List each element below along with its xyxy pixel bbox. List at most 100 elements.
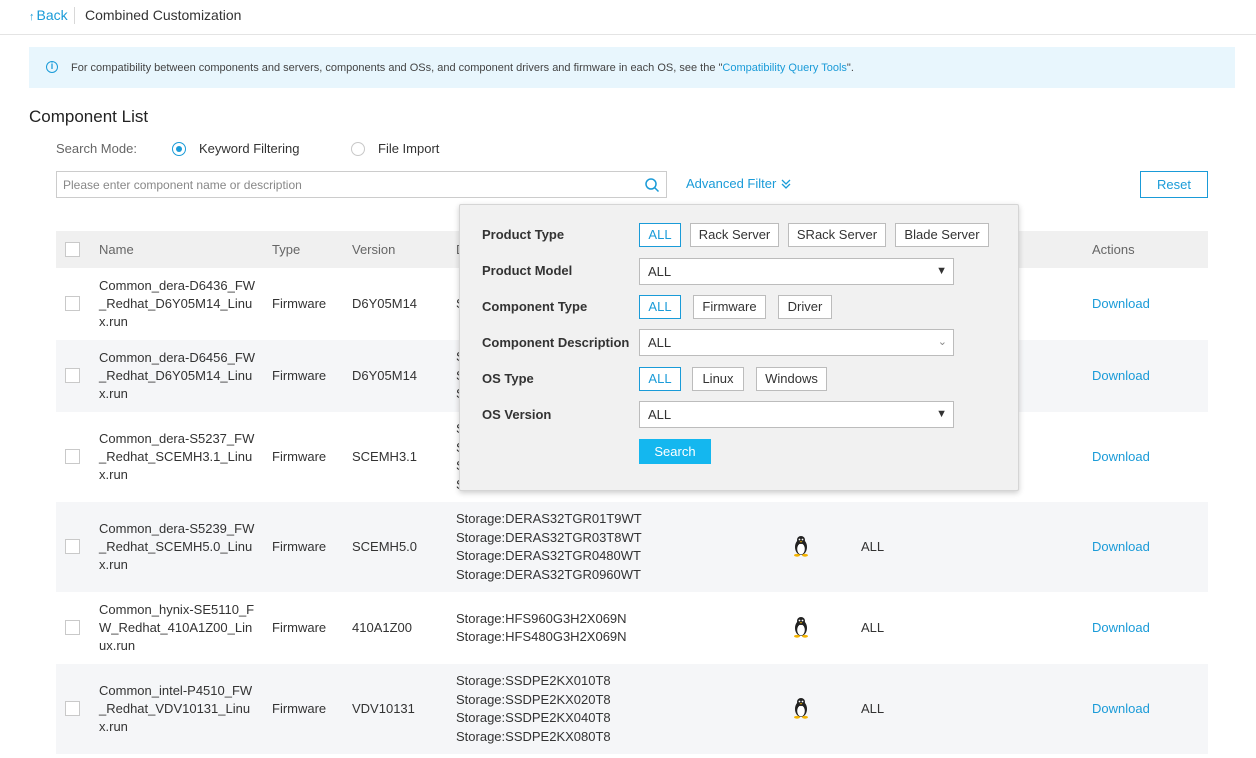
product-type-blade-server[interactable]: Blade Server <box>895 223 989 247</box>
product-type-all[interactable]: ALL <box>639 223 681 247</box>
component-version: D6Y05M14 <box>352 296 418 311</box>
os-version-label: OS Version <box>482 407 552 422</box>
download-link[interactable]: Download <box>1092 701 1150 716</box>
download-link[interactable]: Download <box>1092 368 1150 383</box>
component-name: Common_dera-D6456_FW_Redhat_D6Y05M14_Lin… <box>99 350 256 401</box>
component-type-label: Component Type <box>482 299 588 314</box>
page-title: Combined Customization <box>85 7 242 23</box>
search-input[interactable] <box>57 172 632 197</box>
linux-penguin-icon <box>791 616 811 641</box>
column-header-actions: Actions <box>1092 242 1135 257</box>
component-description: Storage:SSDPE2KX010T8 Storage:SSDPE2KX020… <box>456 672 611 746</box>
top-bar: ↑ Back Combined Customization <box>0 0 1256 35</box>
double-chevron-down-icon <box>781 179 791 189</box>
notice-text-before: For compatibility between components and… <box>71 62 723 74</box>
chevron-down-icon: ▼ <box>936 408 947 420</box>
description-line: Storage:HFS960G3H2X069N <box>456 610 627 626</box>
search-mode-label: Search Mode: <box>56 141 137 156</box>
description-line: Storage:DERAS32TGR0480WT <box>456 548 641 563</box>
advanced-filter-popup: Product Type ALL Rack Server SRack Serve… <box>459 204 1019 491</box>
back-link[interactable]: ↑ Back <box>29 7 68 23</box>
description-line: Storage:DERAS32TGR03T8WT <box>456 529 642 545</box>
component-type: Firmware <box>272 368 327 383</box>
os-type-linux[interactable]: Linux <box>692 367 744 391</box>
row-checkbox[interactable] <box>65 449 80 464</box>
component-description: Storage:HFS960G3H2X069N Storage:HFS480G3H… <box>456 610 627 647</box>
advanced-filter-label: Advanced Filter <box>686 176 777 191</box>
os-type-label: OS Type <box>482 371 534 386</box>
divider <box>74 7 75 24</box>
os-type-windows[interactable]: Windows <box>756 367 827 391</box>
linux-penguin-icon <box>791 697 811 722</box>
component-name: Common_dera-D6436_FW_Redhat_D6Y05M14_Lin… <box>99 278 256 329</box>
component-type-firmware[interactable]: Firmware <box>693 295 766 319</box>
linux-penguin-icon <box>791 535 811 560</box>
component-list-title: Component List <box>29 107 149 126</box>
description-line: Storage:SSDPE2KX080T8 <box>456 728 611 744</box>
download-link[interactable]: Download <box>1092 539 1150 554</box>
product-model-label: Product Model <box>482 263 573 278</box>
component-version: 410A1Z00 <box>352 620 412 635</box>
os-version: ALL <box>861 620 885 635</box>
table-row: Common_hynix-SE5110_FW_Redhat_410A1Z00_L… <box>56 592 1208 664</box>
component-type-driver[interactable]: Driver <box>778 295 832 319</box>
row-checkbox[interactable] <box>65 701 80 716</box>
radio-label: File Import <box>378 141 440 156</box>
product-model-value: ALL <box>648 264 672 279</box>
select-all-checkbox[interactable] <box>65 242 80 257</box>
column-header-type: Type <box>272 242 301 257</box>
component-type: Firmware <box>272 620 327 635</box>
table-row: Common_intel-P4510_FW_Redhat_VDV10131_Li… <box>56 664 1208 754</box>
chevron-down-icon: ⌄ <box>937 336 947 348</box>
notice-text: For compatibility between components and… <box>71 62 854 74</box>
download-link[interactable]: Download <box>1092 449 1150 464</box>
download-link[interactable]: Download <box>1092 620 1150 635</box>
reset-button[interactable]: Reset <box>1140 171 1208 198</box>
os-version: ALL <box>861 701 885 716</box>
component-name: Common_intel-P4510_FW_Redhat_VDV10131_Li… <box>99 683 253 734</box>
column-header-version: Version <box>352 242 396 257</box>
notice-text-after: ". <box>846 62 854 74</box>
row-checkbox[interactable] <box>65 620 80 635</box>
back-label: Back <box>36 7 68 23</box>
row-checkbox[interactable] <box>65 539 80 554</box>
info-icon: i <box>46 61 58 73</box>
filter-search-button[interactable]: Search <box>639 439 711 464</box>
compatibility-notice: i For compatibility between components a… <box>29 47 1235 88</box>
advanced-filter-toggle[interactable]: Advanced Filter <box>686 176 792 191</box>
component-name: Common_dera-S5239_FW_Redhat_SCEMH5.0_Lin… <box>99 521 255 572</box>
product-model-select[interactable]: ALL ▼ <box>639 258 954 285</box>
description-line: Storage:SSDPE2KX020T8 <box>456 691 611 707</box>
row-checkbox[interactable] <box>65 296 80 311</box>
os-type-all[interactable]: ALL <box>639 367 681 391</box>
description-line: Storage:SSDPE2KX040T8 <box>456 710 611 725</box>
radio-unselected-icon <box>351 141 365 156</box>
component-version: D6Y05M14 <box>352 368 418 383</box>
component-type: Firmware <box>272 449 327 464</box>
description-line: Storage:HFS480G3H2X069N <box>456 629 627 644</box>
back-arrow-icon: ↑ <box>29 11 35 23</box>
search-icon[interactable] <box>644 177 660 193</box>
component-description-value: ALL <box>648 335 672 350</box>
os-version-select[interactable]: ALL ▼ <box>639 401 954 428</box>
description-line: Storage:SSDPE2KX010T8 <box>456 673 611 688</box>
component-name: Common_hynix-SE5110_FW_Redhat_410A1Z00_L… <box>99 602 255 653</box>
radio-label: Keyword Filtering <box>199 141 300 156</box>
download-link[interactable]: Download <box>1092 296 1150 311</box>
product-type-srack-server[interactable]: SRack Server <box>788 223 886 247</box>
component-description-select[interactable]: ALL ⌄ <box>639 329 954 356</box>
component-version: SCEMH5.0 <box>352 539 418 554</box>
search-box <box>56 171 667 198</box>
radio-selected-icon <box>172 141 186 156</box>
radio-keyword-filtering[interactable]: Keyword Filtering <box>172 141 299 156</box>
row-checkbox[interactable] <box>65 368 80 383</box>
component-type: Firmware <box>272 701 327 716</box>
product-type-rack-server[interactable]: Rack Server <box>690 223 779 247</box>
radio-file-import[interactable]: File Import <box>351 141 439 156</box>
component-name: Common_dera-S5237_FW_Redhat_SCEMH3.1_Lin… <box>99 431 255 482</box>
os-version: ALL <box>861 539 885 554</box>
column-header-name: Name <box>99 242 134 257</box>
compatibility-query-tools-link[interactable]: Compatibility Query Tools <box>722 62 847 74</box>
component-type-all[interactable]: ALL <box>639 295 681 319</box>
component-type: Firmware <box>272 539 327 554</box>
